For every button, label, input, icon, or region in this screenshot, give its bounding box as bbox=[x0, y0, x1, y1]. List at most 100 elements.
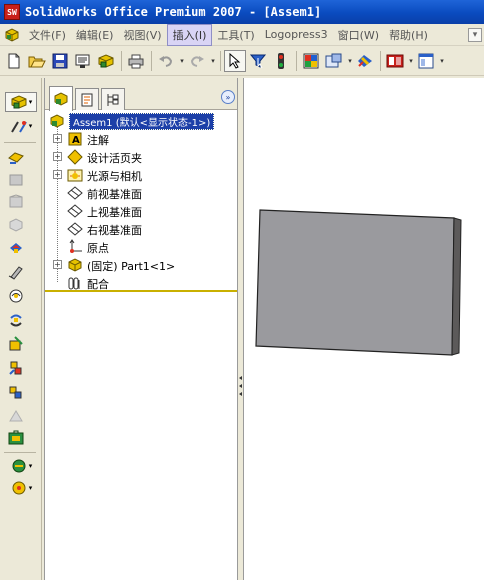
mates-folder-icon bbox=[67, 275, 83, 291]
exploded-view-icon[interactable] bbox=[5, 238, 27, 258]
photoworks-icon[interactable]: ▾ bbox=[5, 456, 37, 476]
print-icon[interactable] bbox=[125, 50, 147, 72]
menu-logopress[interactable]: Logopress3 bbox=[260, 26, 333, 43]
move-component-icon[interactable] bbox=[5, 192, 27, 212]
toolbar-separator bbox=[151, 50, 152, 71]
tree-item-origin[interactable]: 原点 bbox=[45, 238, 237, 256]
edit-component-icon[interactable] bbox=[5, 334, 27, 354]
display-style-dropdown-icon[interactable]: ▾ bbox=[346, 57, 354, 65]
tree-item-top-plane[interactable]: 上视基准面 bbox=[45, 202, 237, 220]
redo-icon[interactable] bbox=[186, 50, 208, 72]
annotations-icon: A bbox=[67, 131, 83, 147]
undo-icon[interactable] bbox=[155, 50, 177, 72]
expand-icon[interactable]: + bbox=[53, 152, 62, 161]
toolbar-separator bbox=[220, 50, 221, 71]
design-binder-icon bbox=[67, 149, 83, 165]
insert-component-icon[interactable]: ▾ bbox=[5, 92, 37, 112]
reference-geometry-icon[interactable] bbox=[5, 406, 27, 426]
chevron-right-icon[interactable]: » bbox=[221, 90, 235, 104]
solidworks-logo-icon[interactable]: SW bbox=[4, 4, 20, 20]
toolbar-separator bbox=[121, 50, 122, 71]
select-filter-icon[interactable] bbox=[247, 50, 269, 72]
tree-item-right-plane[interactable]: 右视基准面 bbox=[45, 220, 237, 238]
tree-item-label: 右视基准面 bbox=[87, 224, 142, 237]
menu-help[interactable]: 帮助(H) bbox=[384, 25, 433, 45]
solidworks-resources-icon[interactable] bbox=[384, 50, 406, 72]
chevron-down-icon[interactable]: ▾ bbox=[468, 27, 482, 42]
window-layout-dropdown-icon[interactable]: ▾ bbox=[438, 57, 446, 65]
tree-item-label: 前视基准面 bbox=[87, 188, 142, 201]
menu-view[interactable]: 视图(V) bbox=[118, 25, 166, 45]
document-icon[interactable] bbox=[4, 27, 20, 43]
part-icon bbox=[67, 257, 83, 273]
panel-tab-strip: » bbox=[45, 78, 237, 111]
assembly-command-toolbar: ▾ ▾ ▾ ▾ bbox=[0, 78, 42, 580]
resources-dropdown-icon[interactable]: ▾ bbox=[407, 57, 415, 65]
assembly-from-part-icon[interactable] bbox=[95, 50, 117, 72]
tree-item-label: 设计活页夹 bbox=[87, 152, 142, 165]
menu-tools[interactable]: 工具(T) bbox=[212, 25, 259, 45]
lights-cameras-icon bbox=[67, 167, 83, 183]
tree-root[interactable]: Assem1 (默认<显示状态-1>) bbox=[45, 112, 237, 130]
assembly-features-icon[interactable] bbox=[5, 148, 27, 168]
part-side-face[interactable] bbox=[451, 217, 462, 356]
tab-configuration-manager[interactable] bbox=[101, 88, 125, 110]
show-hidden-icon[interactable] bbox=[5, 286, 27, 306]
open-icon[interactable] bbox=[26, 50, 48, 72]
part-front-face[interactable] bbox=[255, 209, 455, 356]
tab-property-manager[interactable] bbox=[75, 88, 99, 110]
tree-item-label: 上视基准面 bbox=[87, 206, 142, 219]
plane-icon bbox=[67, 185, 83, 201]
display-style-icon[interactable] bbox=[323, 50, 345, 72]
tree-item-front-plane[interactable]: 前视基准面 bbox=[45, 184, 237, 202]
plane-icon bbox=[67, 203, 83, 219]
animation-icon[interactable]: ▾ bbox=[5, 478, 37, 498]
undo-dropdown-icon[interactable]: ▾ bbox=[178, 57, 186, 65]
smart-fasteners-icon[interactable] bbox=[5, 170, 27, 190]
origin-icon bbox=[67, 239, 83, 255]
toolbox-icon[interactable] bbox=[5, 428, 27, 448]
tree-item-lights-cameras[interactable]: + 光源与相机 bbox=[45, 166, 237, 184]
window-title: SolidWorks Office Premium 2007 - [Assem1… bbox=[25, 5, 322, 19]
assembly-icon bbox=[49, 113, 65, 129]
traffic-light-icon[interactable] bbox=[270, 50, 292, 72]
toolbar-separator bbox=[4, 452, 36, 453]
tree-item-label: (固定) Part1<1> bbox=[87, 260, 176, 273]
mate-icon[interactable]: ▾ bbox=[5, 116, 37, 136]
expand-icon[interactable]: + bbox=[53, 260, 62, 269]
new-icon[interactable] bbox=[3, 50, 25, 72]
tree-item-label: 注解 bbox=[87, 134, 109, 147]
save-icon[interactable] bbox=[49, 50, 71, 72]
menu-edit[interactable]: 编辑(E) bbox=[71, 25, 119, 45]
menu-insert[interactable]: 插入(I) bbox=[166, 23, 213, 46]
toolbar-separator bbox=[380, 50, 381, 71]
window-layout-icon[interactable] bbox=[415, 50, 437, 72]
explode-line-icon[interactable] bbox=[5, 382, 27, 402]
part-model[interactable] bbox=[244, 78, 484, 580]
rotate-component-icon[interactable] bbox=[5, 310, 27, 330]
svg-text:A: A bbox=[72, 135, 80, 146]
menu-bar: 文件(F) 编辑(E) 视图(V) 插入(I) 工具(T) Logopress3… bbox=[0, 23, 484, 46]
bill-of-materials-icon[interactable] bbox=[5, 358, 27, 378]
tree-item-annotations[interactable]: + A 注解 bbox=[45, 130, 237, 148]
rebuild-icon[interactable] bbox=[354, 50, 376, 72]
interference-detection-icon[interactable] bbox=[5, 262, 27, 282]
title-bar: SW SolidWorks Office Premium 2007 - [Ass… bbox=[0, 0, 484, 24]
grid-icon[interactable] bbox=[300, 50, 322, 72]
expand-icon[interactable]: + bbox=[53, 170, 62, 179]
tree-item-part1[interactable]: + (固定) Part1<1> bbox=[45, 256, 237, 274]
select-icon[interactable] bbox=[224, 49, 246, 72]
graphics-area[interactable] bbox=[243, 78, 484, 580]
feature-manager-panel: » Assem1 (默认<显示状态-1>) + A 注解 + 设计活页夹 + 光… bbox=[44, 78, 238, 580]
tree-item-design-binder[interactable]: + 设计活页夹 bbox=[45, 148, 237, 166]
menu-window[interactable]: 窗口(W) bbox=[333, 25, 384, 45]
rollback-bar[interactable] bbox=[45, 290, 237, 292]
menu-file[interactable]: 文件(F) bbox=[24, 25, 71, 45]
tab-feature-manager[interactable] bbox=[49, 86, 73, 111]
expand-icon[interactable]: + bbox=[53, 134, 62, 143]
hide-components-icon[interactable] bbox=[5, 214, 27, 234]
print-preview-icon[interactable] bbox=[72, 50, 94, 72]
redo-dropdown-icon[interactable]: ▾ bbox=[209, 57, 217, 65]
toolbar-separator bbox=[4, 142, 36, 143]
toolbar-separator bbox=[296, 50, 297, 71]
